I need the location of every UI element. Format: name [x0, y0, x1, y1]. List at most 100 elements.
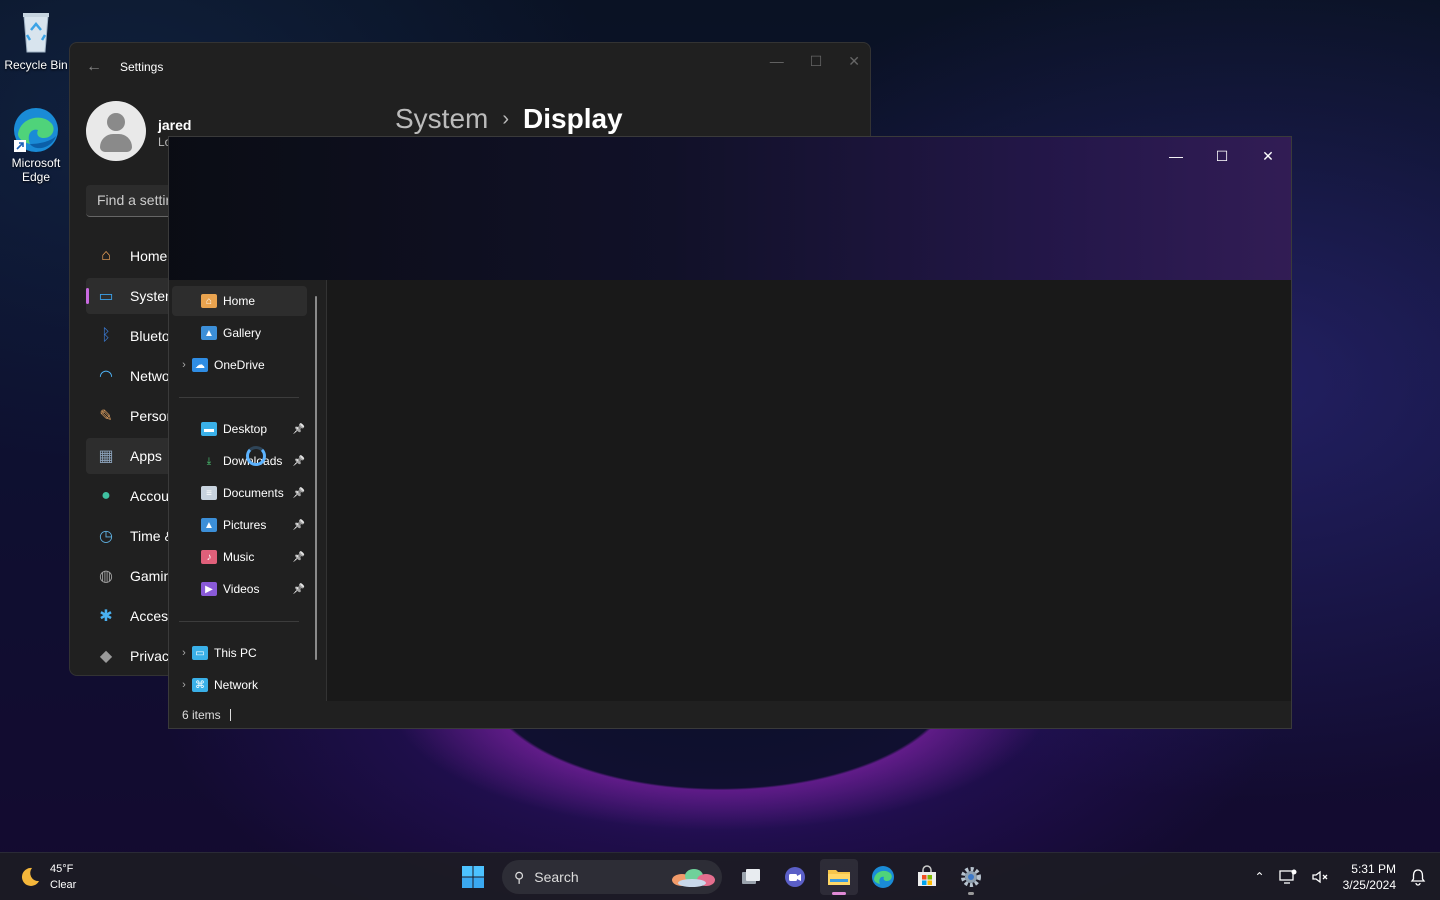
explorer-content-area[interactable] — [327, 280, 1291, 703]
taskbar-search[interactable]: ⚲ Search — [502, 860, 722, 894]
avatar[interactable] — [86, 101, 146, 161]
nav-tree-label: Music — [223, 550, 255, 564]
store-taskbar-button[interactable] — [908, 859, 946, 895]
clock[interactable]: 5:31 PM 3/25/2024 — [1343, 861, 1396, 893]
chevron-right-icon[interactable]: › — [177, 359, 191, 371]
settings-nav-label: Apps — [130, 448, 162, 464]
windows-logo-icon — [462, 866, 484, 888]
clock-time: 5:31 PM — [1351, 862, 1396, 876]
this-pc-icon: ▭ — [192, 646, 208, 660]
breadcrumb: System › Display — [395, 103, 623, 135]
home-icon: ⌂ — [101, 247, 111, 264]
nav-tree-item[interactable]: ♪ Music 📌 — [172, 542, 307, 572]
pin-icon[interactable]: 📌 — [293, 456, 305, 467]
minimize-button[interactable]: — — [1153, 141, 1199, 171]
nav-tree-item[interactable]: › ☁ OneDrive — [172, 350, 307, 380]
file-explorer-window[interactable]: — ☐ ✕ ⌂ Home ▲ Gallery › ☁ OneDrive ▬ Desktop 📌 ⤓ D… — [168, 136, 1292, 729]
desktop-icon: ▬ — [201, 422, 217, 436]
chevron-right-icon[interactable]: › — [177, 679, 191, 691]
clock-date: 3/25/2024 — [1342, 878, 1396, 892]
folder-icon — [828, 870, 850, 885]
settings-title: Settings — [120, 60, 164, 74]
nav-tree-label: Documents — [223, 486, 284, 500]
store-icon — [918, 865, 936, 886]
nav-tree-item[interactable]: ⌂ Home — [172, 286, 307, 316]
item-count: 6 items — [182, 707, 221, 722]
settings-titlebar[interactable]: ← Settings — [70, 43, 870, 91]
pin-icon[interactable]: 📌 — [293, 520, 305, 531]
nav-divider — [179, 397, 299, 398]
edge-taskbar-button[interactable] — [864, 859, 902, 895]
nav-tree-item[interactable]: ≡ Documents 📌 — [172, 478, 307, 508]
teams-chat-icon — [785, 867, 805, 887]
pin-icon[interactable]: 📌 — [293, 488, 305, 499]
nav-tree-item[interactable]: ▶ Videos 📌 — [172, 574, 307, 604]
brush-icon: ✎ — [99, 408, 113, 425]
apps-icon: ▦ — [98, 448, 114, 465]
minimize-icon: — — [1169, 148, 1183, 164]
close-button[interactable]: ✕ — [1245, 141, 1291, 171]
weather-widget[interactable]: 45°F Clear — [18, 861, 76, 893]
desktop-icon-label: Recycle Bin — [4, 58, 68, 72]
explorer-title-area[interactable]: — ☐ ✕ — [169, 137, 1291, 280]
settings-taskbar-button[interactable] — [952, 859, 990, 895]
maximize-icon[interactable]: ☐ — [810, 53, 823, 70]
desktop-icon-label: Microsoft Edge — [11, 156, 61, 184]
settings-nav-label: Privac — [130, 648, 169, 664]
edge-icon — [12, 106, 60, 154]
downloads-icon: ⤓ — [206, 455, 212, 467]
maximize-button[interactable]: ☐ — [1199, 141, 1245, 171]
volume-muted-icon[interactable] — [1311, 869, 1329, 885]
settings-nav-label: Blueto — [130, 328, 170, 344]
settings-nav-label: Gamin — [130, 568, 172, 584]
clock-icon: ◷ — [99, 528, 113, 545]
nav-tree-label: Gallery — [223, 326, 262, 340]
pin-icon[interactable]: 📌 — [293, 552, 305, 563]
nav-tree-item[interactable]: ⤓ Downloads 📌 — [172, 446, 307, 476]
close-icon[interactable]: ✕ — [848, 53, 860, 70]
bell-icon[interactable] — [1410, 868, 1426, 886]
shield-icon: ◆ — [99, 648, 113, 665]
chevron-up-icon[interactable]: ⌃ — [1255, 870, 1265, 884]
status-bar: 6 items — [169, 701, 1291, 728]
minimize-icon[interactable]: — — [770, 53, 784, 70]
explorer-navigation-pane[interactable]: ⌂ Home ▲ Gallery › ☁ OneDrive ▬ Desktop 📌 ⤓ Downloa… — [169, 280, 327, 703]
wifi-icon: ◠ — [99, 368, 113, 385]
avatar-body — [100, 134, 132, 152]
nav-tree-label: Pictures — [223, 518, 267, 532]
start-button[interactable] — [454, 859, 492, 895]
pictures-icon: ▲ — [201, 518, 217, 532]
nav-pane-scrollbar[interactable] — [315, 296, 317, 660]
nav-tree-label: Network — [214, 678, 259, 692]
back-arrow-icon[interactable]: ← — [86, 58, 102, 76]
search-icon: ⚲ — [514, 868, 525, 885]
chevron-right-icon[interactable]: › — [177, 647, 191, 659]
nav-tree-item[interactable]: ▲ Pictures 📌 — [172, 510, 307, 540]
breadcrumb-parent[interactable]: System — [395, 103, 488, 135]
network-status-icon[interactable] — [1278, 869, 1297, 885]
nav-tree-item[interactable]: › ⌘ Network — [172, 670, 307, 700]
chat-button[interactable] — [776, 859, 814, 895]
nav-tree-label: Desktop — [223, 422, 268, 436]
user-name: jared — [158, 117, 192, 133]
weather-temp: 45°F — [50, 863, 74, 875]
chevron-right-icon: › — [502, 107, 510, 130]
pin-icon[interactable]: 📌 — [293, 584, 305, 595]
moon-icon — [21, 867, 39, 886]
nav-tree-item[interactable]: ▬ Desktop 📌 — [172, 414, 307, 444]
gamepad-icon: ◍ — [99, 568, 113, 585]
desktop-icon-recycle-bin[interactable]: Recycle Bin — [0, 8, 72, 72]
page-title: Display — [523, 103, 623, 134]
desktop-icon-edge[interactable]: Microsoft Edge — [0, 106, 72, 184]
nav-tree-item[interactable]: ▲ Gallery — [172, 318, 307, 348]
recycle-bin-icon — [12, 8, 60, 56]
nav-tree-item[interactable]: › ▭ This PC — [172, 638, 307, 668]
settings-window-controls: — ☐ ✕ — [770, 53, 860, 70]
pin-icon[interactable]: 📌 — [293, 424, 305, 435]
close-icon: ✕ — [1262, 147, 1274, 164]
search-highlight-icon — [672, 869, 715, 887]
search-label: Search — [534, 869, 579, 885]
task-view-button[interactable] — [732, 859, 770, 895]
edge-icon — [872, 866, 894, 888]
file-explorer-taskbar-button[interactable] — [820, 859, 858, 895]
